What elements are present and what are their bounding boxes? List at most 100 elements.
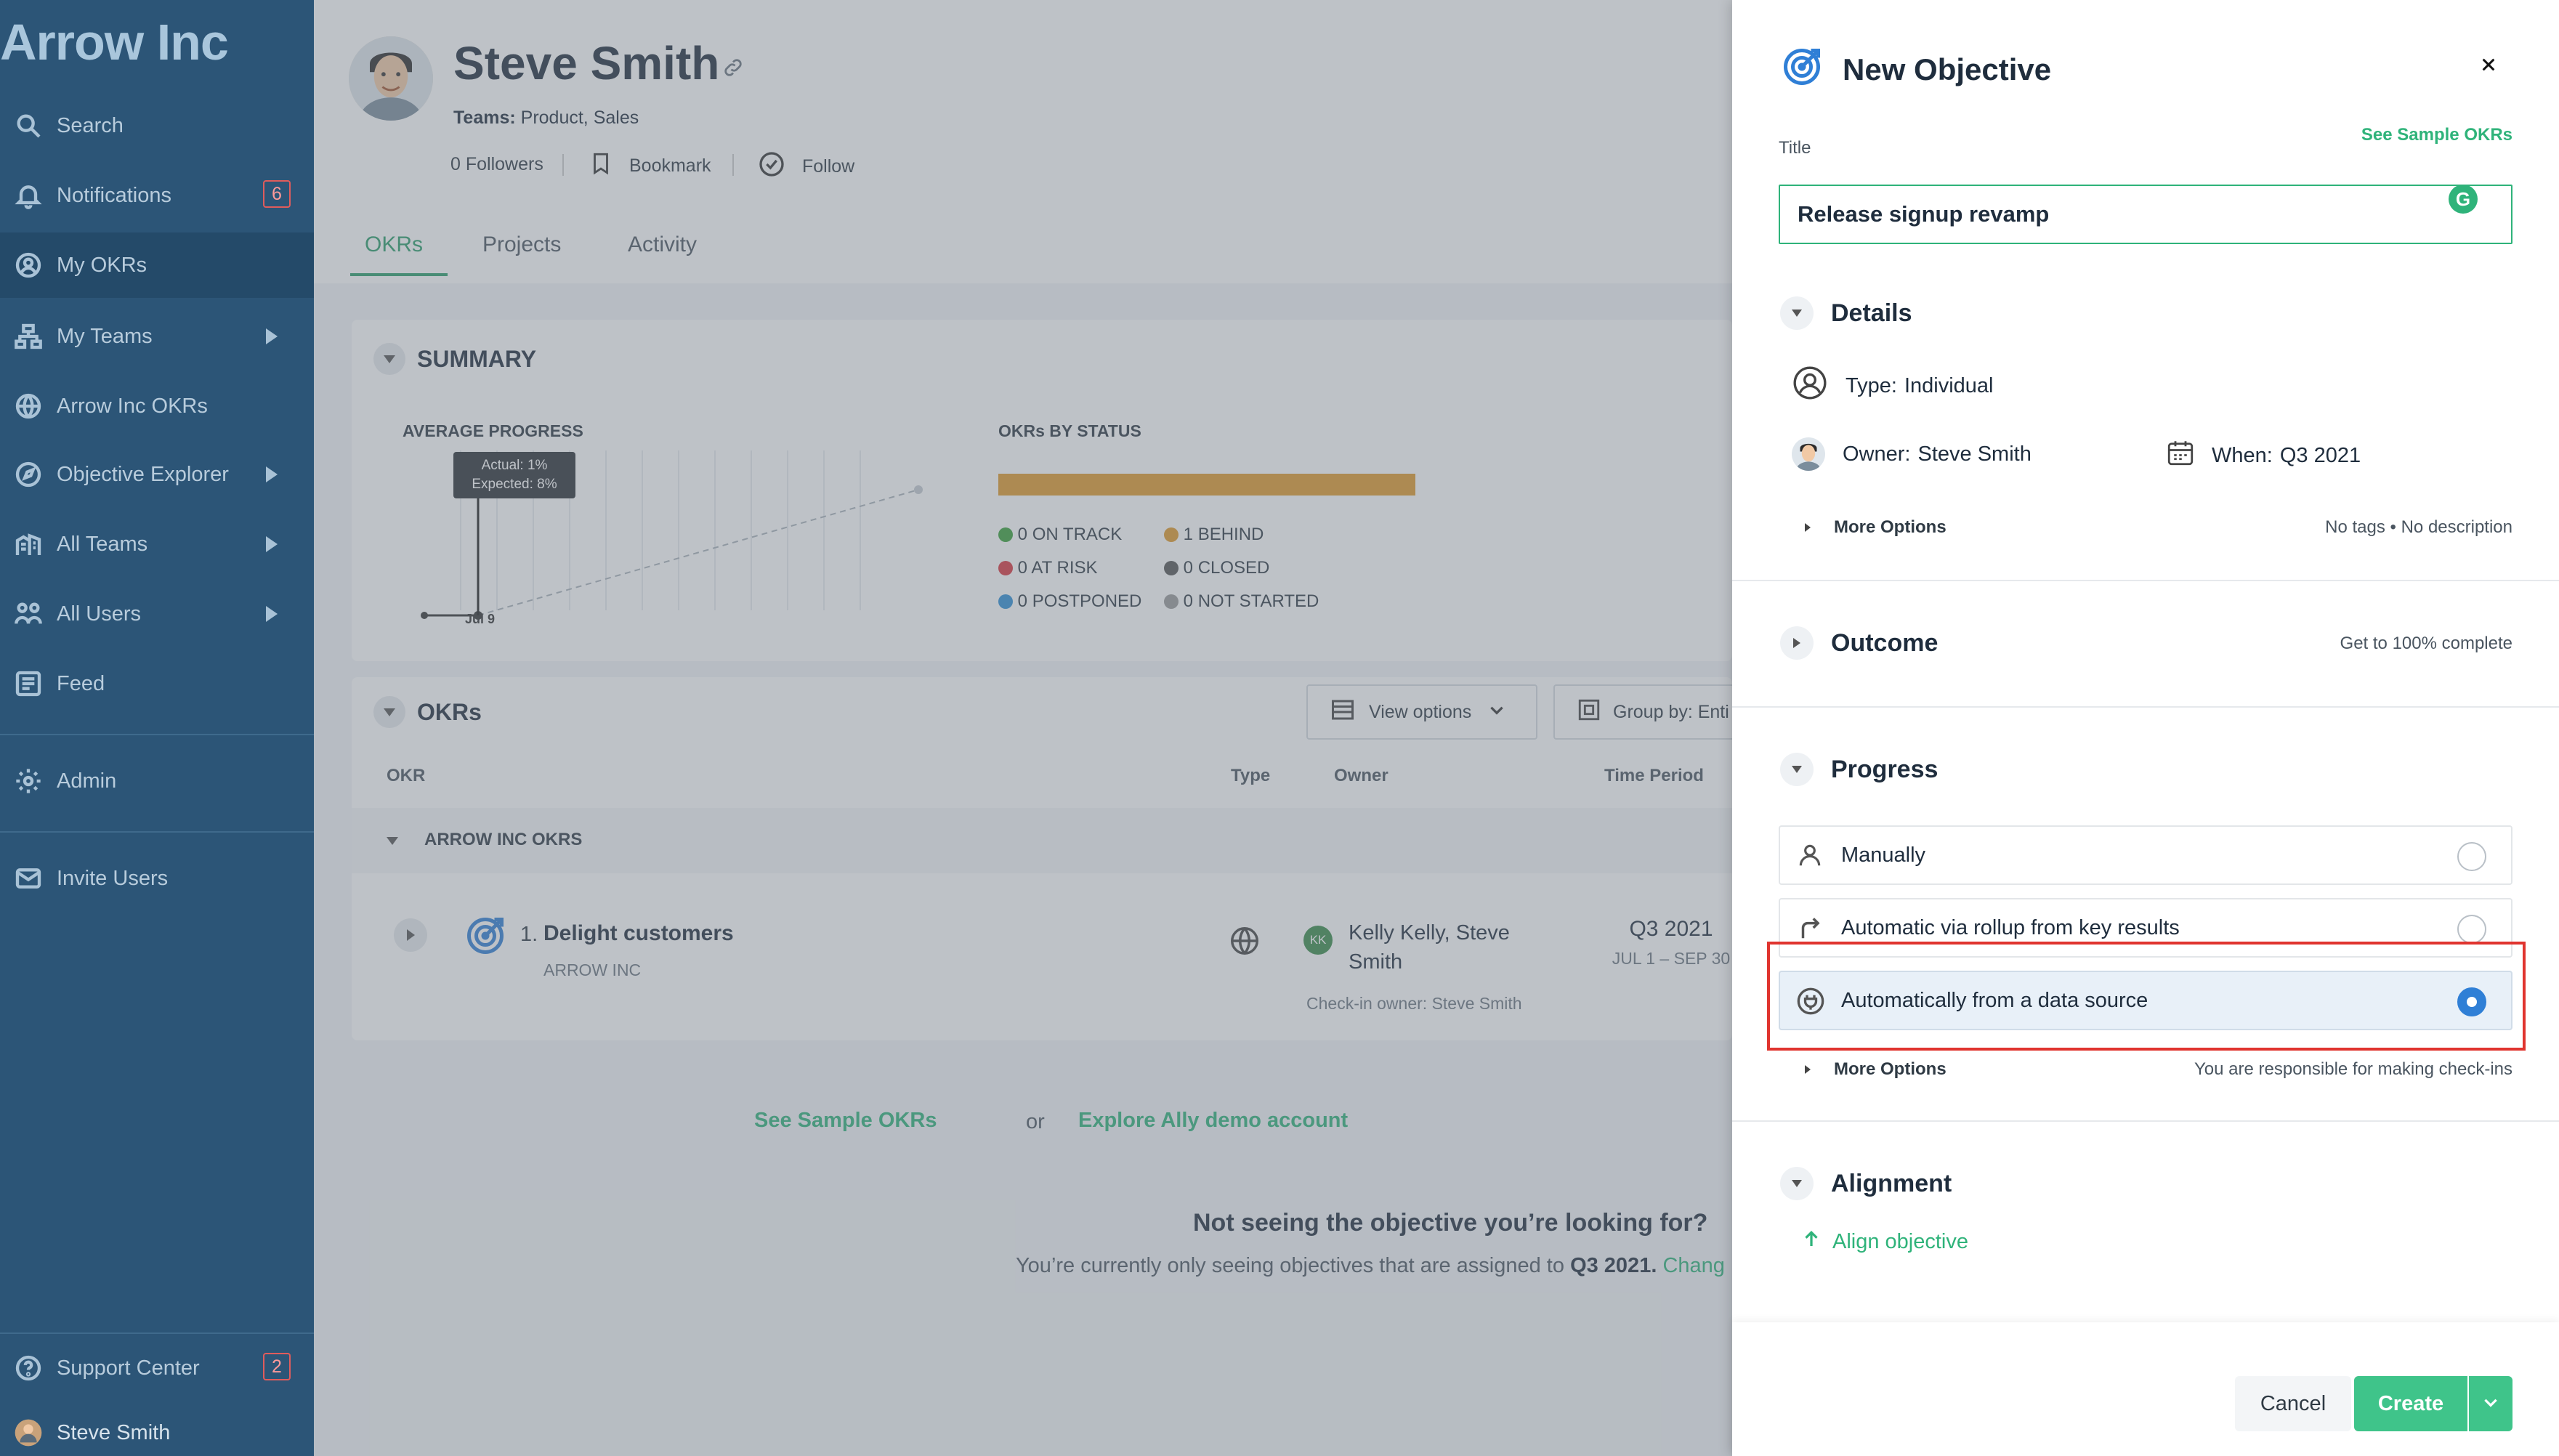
create-options-dropdown[interactable] bbox=[2469, 1376, 2512, 1431]
sidebar-user-menu[interactable]: Steve Smith bbox=[0, 1410, 314, 1456]
section-separator bbox=[1732, 580, 2559, 581]
details-more-options[interactable]: More Options bbox=[1805, 517, 1946, 538]
grammarly-icon[interactable]: G bbox=[2449, 185, 2478, 214]
create-button[interactable]: Create bbox=[2354, 1376, 2467, 1431]
progress-option-manually[interactable]: Manually bbox=[1779, 825, 2512, 885]
legend-dot bbox=[1164, 527, 1179, 542]
arrow-up-icon bbox=[1800, 1228, 1822, 1255]
sidebar-item-label: All Users bbox=[57, 602, 142, 626]
sidebar-item-admin[interactable]: Admin bbox=[0, 748, 314, 814]
expand-outcome-button[interactable] bbox=[1780, 626, 1814, 660]
group-label: ARROW INC OKRS bbox=[424, 830, 583, 849]
tab-activity[interactable]: Activity bbox=[628, 232, 697, 257]
okrs-title: OKRs bbox=[417, 699, 482, 725]
org-chart-icon bbox=[13, 321, 44, 352]
see-sample-okrs-link[interactable]: See Sample OKRs bbox=[754, 1109, 937, 1133]
follow-button[interactable]: Follow bbox=[757, 150, 854, 184]
okr-row[interactable]: 1. Delight customers ARROW INC KK Kelly … bbox=[352, 888, 1732, 1013]
when-value: Q3 2021 bbox=[2279, 443, 2361, 467]
sidebar-item-label: Notifications bbox=[57, 183, 171, 207]
header-separator bbox=[732, 154, 734, 176]
see-sample-okrs-link[interactable]: See Sample OKRs bbox=[2361, 125, 2512, 145]
or-text: or bbox=[1026, 1110, 1045, 1133]
radio-rollup[interactable] bbox=[2457, 915, 2486, 944]
chevron-down-icon bbox=[1792, 766, 1802, 773]
bell-icon bbox=[13, 180, 44, 211]
bookmark-icon bbox=[589, 150, 613, 182]
chevron-down-icon bbox=[384, 708, 395, 716]
tab-projects[interactable]: Projects bbox=[482, 232, 561, 257]
objective-target-icon bbox=[464, 914, 507, 961]
sidebar-item-all-users[interactable]: All Users bbox=[0, 581, 314, 647]
collapse-okrs-button[interactable] bbox=[373, 696, 405, 728]
progress-point bbox=[421, 612, 428, 619]
okr-title[interactable]: Delight customers bbox=[543, 921, 734, 946]
legend-label: 0 POSTPONED bbox=[1017, 591, 1142, 611]
sidebar-item-label: All Teams bbox=[57, 532, 148, 556]
collapse-summary-button[interactable] bbox=[373, 343, 405, 375]
expand-caret-icon[interactable] bbox=[266, 328, 278, 344]
okr-group-row[interactable]: ARROW INC OKRS bbox=[352, 808, 1732, 873]
align-objective-link[interactable]: Align objective bbox=[1800, 1228, 1968, 1255]
okr-owner: Kelly Kelly, Steve Smith bbox=[1349, 921, 1510, 974]
objective-target-icon bbox=[1780, 45, 1824, 92]
collapse-alignment-button[interactable] bbox=[1780, 1167, 1814, 1200]
user-circle-icon bbox=[13, 250, 44, 280]
globe-icon bbox=[1228, 924, 1261, 961]
sidebar-item-notifications[interactable]: Notifications 6 bbox=[0, 163, 314, 228]
sidebar-item-arrow-inc-okrs[interactable]: Arrow Inc OKRs bbox=[0, 373, 314, 439]
radio-manually[interactable] bbox=[2457, 842, 2486, 871]
explore-demo-link[interactable]: Explore Ally demo account bbox=[1078, 1109, 1348, 1133]
person-icon bbox=[1796, 841, 1824, 875]
chevron-down-icon bbox=[2481, 1393, 2500, 1415]
sidebar-item-objective-explorer[interactable]: Objective Explorer bbox=[0, 442, 314, 507]
expand-caret-icon[interactable] bbox=[266, 536, 278, 552]
expand-row-button[interactable] bbox=[394, 918, 427, 952]
sidebar-item-invite-users[interactable]: Invite Users bbox=[0, 846, 314, 911]
legend-label: 0 CLOSED bbox=[1183, 558, 1270, 578]
when-selector[interactable]: When: Q3 2021 bbox=[2165, 437, 2361, 474]
collapse-details-button[interactable] bbox=[1780, 296, 1814, 330]
tags-summary: No tags • No description bbox=[2325, 517, 2512, 537]
okr-period: Q3 2021 bbox=[1629, 917, 1713, 941]
more-options-label: More Options bbox=[1834, 1059, 1946, 1079]
chevron-down-icon bbox=[1792, 310, 1802, 317]
collapse-progress-button[interactable] bbox=[1780, 753, 1814, 786]
group-by-button[interactable]: Group by: Enti bbox=[1553, 684, 1757, 740]
owner-avatar: KK bbox=[1303, 926, 1333, 955]
sidebar-item-feed[interactable]: Feed bbox=[0, 651, 314, 716]
bookmark-button[interactable]: Bookmark bbox=[589, 150, 711, 182]
legend-dot bbox=[1164, 594, 1179, 609]
filter-notice: You’re currently only seeing objectives … bbox=[1016, 1254, 1725, 1278]
sidebar-item-my-okrs[interactable]: My OKRs bbox=[0, 232, 314, 298]
sidebar-item-support-center[interactable]: Support Center 2 bbox=[0, 1335, 314, 1401]
section-separator bbox=[1732, 1120, 2559, 1122]
followers-count[interactable]: 0 Followers bbox=[450, 154, 543, 175]
view-options-button[interactable]: View options bbox=[1306, 684, 1537, 740]
tooltip-expected: Expected: 8% bbox=[472, 477, 557, 492]
active-tab-underline bbox=[350, 273, 448, 276]
expand-caret-icon[interactable] bbox=[266, 606, 278, 622]
tooltip-actual: Actual: 1% bbox=[481, 458, 548, 473]
brand-logo[interactable]: Arrow Inc bbox=[0, 13, 229, 71]
title-input-value: Release signup revamp bbox=[1798, 201, 2050, 227]
sidebar-divider bbox=[0, 1332, 314, 1334]
expand-caret-icon[interactable] bbox=[266, 466, 278, 482]
tab-okrs[interactable]: OKRs bbox=[365, 232, 423, 257]
owner-selector[interactable]: Owner: Steve Smith bbox=[1792, 437, 2032, 471]
progress-more-options[interactable]: More Options bbox=[1805, 1059, 1946, 1080]
legend-dot bbox=[998, 527, 1013, 542]
sidebar-item-search[interactable]: Search bbox=[0, 93, 314, 158]
sidebar-item-all-teams[interactable]: All Teams bbox=[0, 511, 314, 577]
cancel-button[interactable]: Cancel bbox=[2235, 1376, 2351, 1431]
teams-value: Product, Sales bbox=[520, 108, 639, 128]
chevron-right-icon bbox=[406, 929, 415, 941]
outcome-heading[interactable]: Outcome bbox=[1831, 629, 1938, 658]
change-period-link[interactable]: Chang bbox=[1662, 1254, 1724, 1277]
link-icon[interactable] bbox=[722, 57, 744, 78]
legend-label: 0 AT RISK bbox=[1017, 558, 1098, 578]
sidebar-item-my-teams[interactable]: My Teams bbox=[0, 304, 314, 369]
close-button[interactable] bbox=[2470, 48, 2507, 84]
type-selector[interactable]: Type: Individual bbox=[1792, 365, 1993, 407]
title-input[interactable]: Release signup revamp G bbox=[1779, 185, 2512, 244]
